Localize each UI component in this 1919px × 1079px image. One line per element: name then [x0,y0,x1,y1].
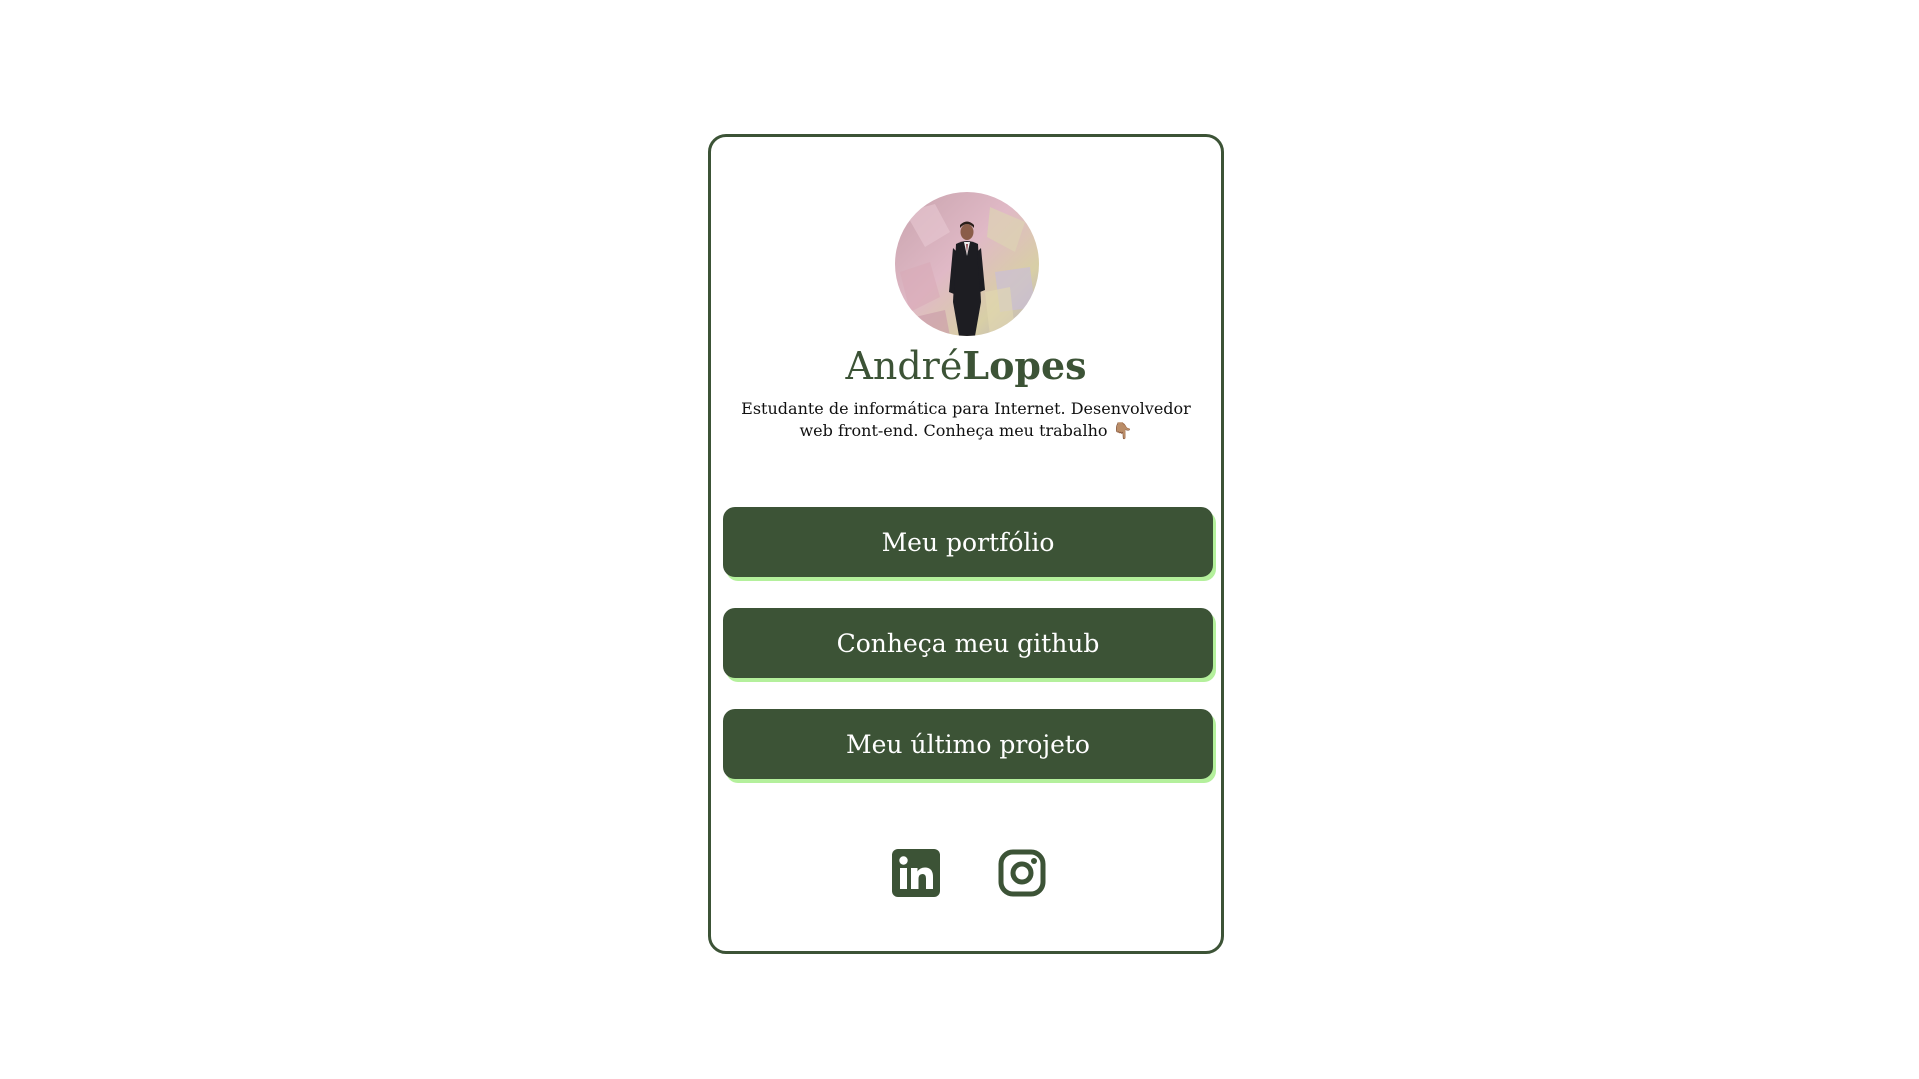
instagram-icon[interactable] [998,849,1046,897]
social-links [711,849,1221,899]
profile-card: AndréLopes Estudante de informática para… [708,134,1224,954]
profile-name: AndréLopes [711,343,1221,389]
first-name: André [845,344,963,388]
avatar-photo [895,192,1039,336]
page: AndréLopes Estudante de informática para… [0,0,1919,1079]
avatar [895,192,1039,336]
linkedin-icon[interactable] [892,849,940,897]
github-button[interactable]: Conheça meu github [723,608,1213,678]
last-name: Lopes [962,343,1087,388]
profile-bio: Estudante de informática para Internet. … [731,398,1201,442]
pointing-down-icon: 👇🏽 [1112,421,1133,440]
portfolio-button[interactable]: Meu portfólio [723,507,1213,577]
last-project-button[interactable]: Meu último projeto [723,709,1213,779]
